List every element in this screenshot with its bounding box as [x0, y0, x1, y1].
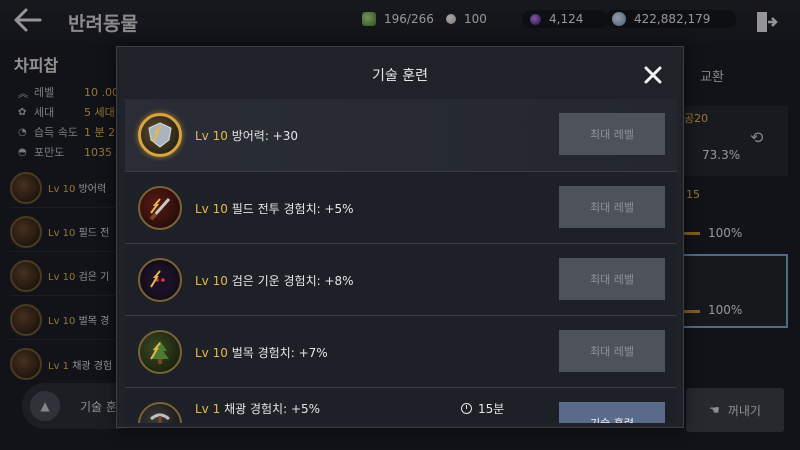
- shield-skill-icon: [138, 113, 182, 157]
- skill-row: Lv 10 벌목 경험치: +7% 최대 레벨: [125, 315, 677, 387]
- clock-icon: [461, 403, 472, 414]
- max-level-button[interactable]: 최대 레벨: [559, 186, 665, 228]
- skill-row-text: Lv 10 벌목 경험치: +7%: [195, 346, 328, 360]
- train-skill-button[interactable]: 기술 훈련: [559, 402, 665, 423]
- dark-spirit-skill-icon: [138, 258, 182, 302]
- pickaxe-skill-icon: [138, 402, 182, 423]
- close-icon[interactable]: [643, 65, 663, 85]
- skill-row: Lv 1 채광 경험치: +5% 15분 기술 훈련: [125, 387, 677, 423]
- skill-row-text: Lv 10 방어력: +30: [195, 129, 299, 143]
- skill-row: Lv 10 방어력: +30 최대 레벨: [125, 99, 677, 171]
- skill-row-text: Lv 10 검은 기운 경험치: +8%: [195, 274, 354, 288]
- max-level-button[interactable]: 최대 레벨: [559, 113, 665, 155]
- skill-training-modal: 기술 훈련 Lv 10 방어력: +30 최대 레벨 Lv 10 필드 전투 경…: [116, 46, 684, 428]
- skill-row-text: Lv 1 채광 경험치: +5%: [195, 402, 321, 416]
- skill-row: Lv 10 필드 전투 경험치: +5% 최대 레벨: [125, 171, 677, 243]
- max-level-button[interactable]: 최대 레벨: [559, 258, 665, 300]
- lumber-skill-icon: [138, 330, 182, 374]
- skill-list[interactable]: Lv 10 방어력: +30 최대 레벨 Lv 10 필드 전투 경험치: +5…: [125, 99, 677, 423]
- skill-row-text: Lv 10 필드 전투 경험치: +5%: [195, 202, 354, 216]
- training-time-value: 15분: [478, 402, 505, 416]
- max-level-button[interactable]: 최대 레벨: [559, 330, 665, 372]
- training-time: 15분: [461, 400, 504, 417]
- skill-row: Lv 10 검은 기운 경험치: +8% 최대 레벨: [125, 243, 677, 315]
- sword-skill-icon: [138, 186, 182, 230]
- modal-title: 기술 훈련: [372, 68, 428, 84]
